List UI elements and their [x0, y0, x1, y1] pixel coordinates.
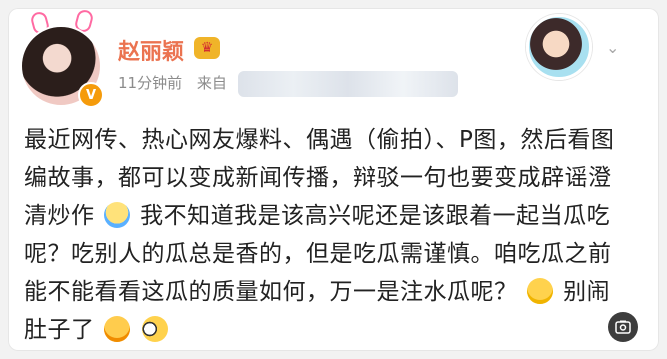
crown-icon: ♛: [194, 37, 220, 59]
smile-emoji-icon: [527, 278, 554, 304]
thinking-emoji-icon: [104, 316, 131, 342]
decoration-avatar: [526, 14, 592, 80]
bathing-emoji-icon: [104, 202, 131, 228]
author-name[interactable]: 赵丽颖: [118, 34, 184, 66]
post-content: 最近网传、热心网友爆料、偶遇（偷拍）、P图，然后看图编故事，都可以变成新闻传播，…: [24, 121, 624, 349]
photo-glyph: [615, 320, 631, 334]
chevron-down-icon[interactable]: ⌄: [606, 38, 619, 57]
verified-badge: V: [78, 82, 104, 108]
glasses-emoji-icon: [142, 316, 169, 342]
blurred-source: [238, 71, 458, 97]
photo-icon[interactable]: [608, 312, 638, 342]
post-source-label: 来自: [196, 74, 227, 92]
post-time: 11分钟前: [118, 74, 183, 92]
post-meta: 11分钟前 来自: [118, 72, 227, 93]
